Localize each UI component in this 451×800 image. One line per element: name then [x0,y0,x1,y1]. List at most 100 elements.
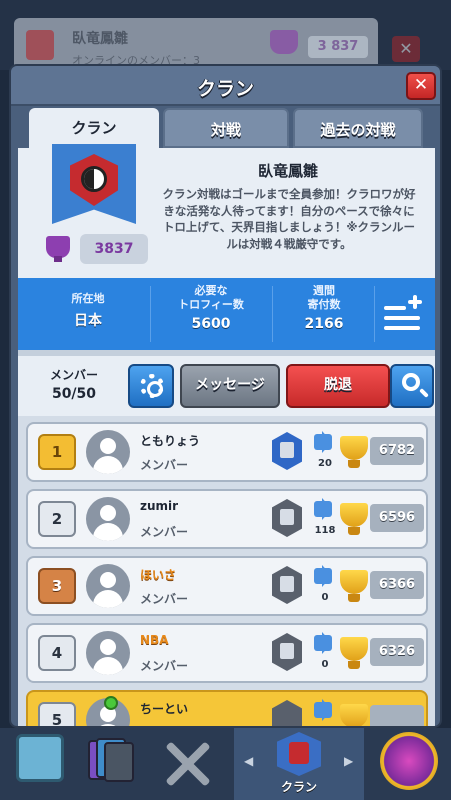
member-role: メンバー [140,592,189,606]
tournament-crown-icon[interactable] [380,732,438,790]
panel-header: クラン ✕ [11,66,440,106]
nav-clan-label: クラン [280,780,317,794]
gear-icon [140,374,164,398]
member-role: メンバー [140,659,189,673]
background-trophy-icon [270,30,298,54]
stat-location: 所在地 日本 [38,278,138,350]
member-name: NBA [140,633,169,647]
arena-emblem-icon [280,442,294,458]
trophy-icon [46,236,70,262]
avatar [86,631,130,675]
chevron-right-icon: ▶ [344,754,354,768]
stat-required-trophies: 必要な トロフィー数 5600 [156,278,266,350]
member-trophies: 6326 [370,638,424,666]
stat-divider [374,286,375,342]
close-button[interactable]: ✕ [406,72,436,100]
clan-emblem-icon [289,742,309,764]
panel-title: クラン [196,78,254,100]
tab-clan[interactable]: クラン [29,108,159,148]
member-trophies: 6782 [370,437,424,465]
search-button[interactable] [390,364,434,408]
members-toolbar: メンバー 50/50 メッセージ 脱退 [18,350,435,416]
list-item-self[interactable]: 5 ちーとい [26,690,428,726]
member-list[interactable]: 1 ともりょう メンバー 20 6782 2 zumir メンバー 118 65… [18,416,435,726]
donation-icon [314,498,332,520]
list-item[interactable]: 2 zumir メンバー 118 6596 [26,489,428,549]
nav-tab-clan[interactable]: ◀ ▶ クラン [234,728,364,800]
avatar [86,497,130,541]
background-clan-badge-icon [26,30,54,60]
trophy-icon [340,637,368,669]
member-name: ほいさ [140,568,177,582]
hammer-icon [280,576,294,592]
member-trophies: 6596 [370,504,424,532]
list-item[interactable]: 4 NBA メンバー 0 6326 [26,623,428,683]
donation-icon [314,431,332,453]
online-indicator-icon [104,696,118,710]
member-role: メンバー [140,458,189,472]
member-rank: 3 [38,568,76,604]
member-trophies [370,705,424,726]
leave-button[interactable]: 脱退 [286,364,390,408]
member-donations: 20 [318,458,332,469]
list-item[interactable]: 3 ほいさ メンバー 0 6366 [26,556,428,616]
trophy-icon [340,436,368,468]
clan-trophies: 3837 [80,234,148,264]
stat-required-value: 5600 [191,316,231,332]
list-item[interactable]: 1 ともりょう メンバー 20 6782 [26,422,428,482]
member-role: メンバー [140,525,189,539]
member-rank: 4 [38,635,76,671]
background-trophy-value: 3 837 [308,36,368,58]
member-name: ともりょう [140,434,201,448]
background-clan-name: 臥竜鳳雛 [72,31,128,47]
stat-donations-label-2: 寄付数 [307,298,341,311]
stat-divider [272,286,273,342]
list-add-icon[interactable] [382,294,422,334]
trophy-icon [340,704,368,726]
stat-location-value: 日本 [74,313,102,329]
member-donations: 0 [321,592,329,603]
clan-description: クラン対戦はゴールまで全員参加！クラロワが好きな活発な人待ってます！自分のペース… [162,187,416,251]
trophy-icon [340,503,368,535]
stat-donations-value: 2166 [304,316,344,332]
battle-swords-icon[interactable] [160,738,216,790]
tab-war[interactable]: 対戦 [163,108,289,148]
stat-divider [150,286,151,342]
trophy-icon [340,570,368,602]
chevron-left-icon: ◀ [244,754,254,768]
member-rank: 5 [38,702,76,726]
settings-button[interactable] [128,364,174,408]
member-donations: 118 [314,525,336,536]
donation-icon [314,565,332,587]
tab-war-log[interactable]: 過去の対戦 [293,108,423,148]
member-rank: 1 [38,434,76,470]
members-label: メンバー [49,368,98,382]
clan-name: 臥竜鳳雛 [257,162,318,180]
stat-donations-label-1: 週間 [313,284,335,297]
clan-info: 3837 臥竜鳳雛 クラン対戦はゴールまで全員参加！クラロワが好きな活発な人待っ… [18,144,435,278]
avatar [86,564,130,608]
member-name: ちーとい [140,702,189,716]
arena-icon [272,700,302,726]
hammer-icon [280,643,294,659]
member-donations: 0 [321,659,329,670]
member-name: zumir [140,499,179,513]
clan-panel: クラン ✕ クラン 対戦 過去の対戦 3837 臥竜鳳雛 クラン対戦はゴールまで… [9,64,442,728]
cards-icon[interactable] [88,736,134,786]
bottom-nav: ◀ ▶ クラン [0,728,451,800]
member-rank: 2 [38,501,76,537]
member-trophies: 6366 [370,571,424,599]
background-close-button: ✕ [392,36,420,62]
hammer-icon [280,509,294,525]
message-button[interactable]: メッセージ [180,364,280,408]
search-icon [402,373,420,391]
donation-icon [314,632,332,654]
shop-chest-icon[interactable] [16,734,64,782]
members-count: 50/50 [51,386,97,402]
avatar [86,430,130,474]
yin-yang-icon [81,166,107,192]
stat-required-label-1: 必要な [194,284,228,297]
clan-stats: 所在地 日本 必要な トロフィー数 5600 週間 寄付数 2166 [18,278,435,350]
donation-icon [314,699,332,721]
stat-weekly-donations: 週間 寄付数 2166 [274,278,374,350]
